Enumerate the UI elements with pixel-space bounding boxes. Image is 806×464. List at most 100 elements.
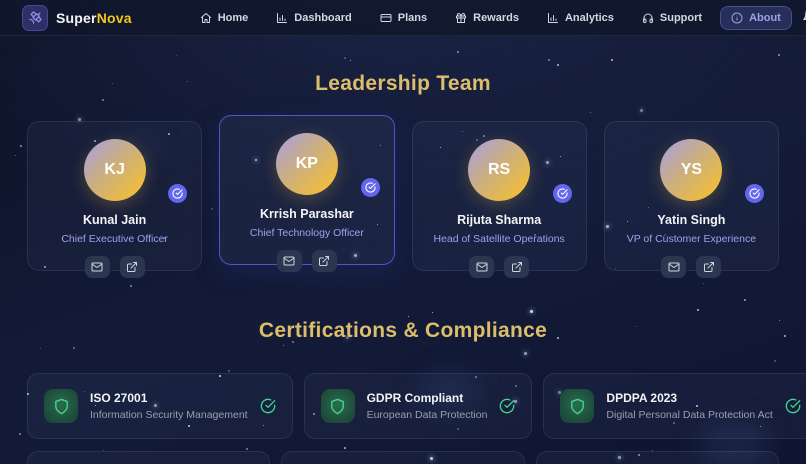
about-page: Leadership Team KJ Kunal Jain Chief Exec… bbox=[0, 72, 806, 464]
navbar-right: 2 123 bbox=[802, 6, 806, 30]
cert-subtitle: Digital Personal Data Protection Act bbox=[606, 409, 773, 421]
headphones-icon bbox=[642, 13, 653, 23]
notification-bell-button[interactable]: 2 bbox=[802, 8, 806, 27]
member-role: Chief Executive Officer bbox=[61, 233, 168, 245]
certifications-grid: ISO 27001 Information Security Managemen… bbox=[27, 373, 806, 439]
main-nav: Home Dashboard Plans Rewards Analytics S… bbox=[190, 5, 792, 30]
member-initials: YS bbox=[680, 161, 703, 178]
brand-name-secondary: Nova bbox=[96, 9, 132, 26]
cert-text: DPDPA 2023 Digital Personal Data Protect… bbox=[606, 391, 772, 421]
member-card-yatin-singh[interactable]: YS Yatin Singh VP of Customer Experience bbox=[603, 121, 779, 278]
mail-icon bbox=[283, 256, 295, 266]
brand-name-primary: Super bbox=[56, 9, 97, 26]
member-card-kunal-jain[interactable]: KJ Kunal Jain Chief Executive Officer bbox=[27, 121, 203, 278]
cert-subtitle: Information Security Management bbox=[90, 409, 248, 421]
member-card-krrish-parashar[interactable]: KP Krrish Parashar Chief Technology Offi… bbox=[219, 115, 395, 272]
nav-label: Plans bbox=[397, 11, 428, 24]
shield-icon bbox=[44, 389, 78, 423]
nav-label: Analytics bbox=[564, 11, 614, 24]
bar-chart-icon bbox=[277, 12, 288, 23]
member-role: Chief Technology Officer bbox=[249, 227, 364, 239]
cert-card-iso-27001[interactable]: ISO 27001 Information Security Managemen… bbox=[27, 373, 293, 439]
nav-label: About bbox=[749, 11, 781, 24]
member-avatar: KP bbox=[275, 133, 338, 195]
cert-subtitle: European Data Protection bbox=[366, 409, 488, 421]
member-actions bbox=[28, 256, 201, 278]
satellite-logo-icon bbox=[22, 4, 48, 31]
member-role: VP of Customer Experience bbox=[626, 233, 757, 245]
partial-card bbox=[281, 451, 525, 464]
brand[interactable]: SuperNova bbox=[22, 4, 132, 31]
cert-text: GDPR Compliant European Data Protection bbox=[367, 391, 488, 421]
email-button[interactable] bbox=[661, 256, 687, 278]
verified-badge-icon bbox=[360, 178, 380, 197]
bell-icon bbox=[803, 10, 806, 20]
cert-title: GDPR Compliant bbox=[366, 391, 464, 405]
member-initials: KP bbox=[295, 155, 318, 172]
verified-badge-icon bbox=[552, 184, 572, 203]
member-name: Yatin Singh bbox=[657, 213, 726, 227]
member-name: Kunal Jain bbox=[83, 213, 147, 227]
external-link-icon bbox=[511, 262, 522, 272]
profile-link-button[interactable] bbox=[504, 256, 530, 278]
external-link-icon bbox=[703, 262, 714, 272]
nav-label: Rewards bbox=[473, 11, 519, 24]
external-link-icon bbox=[319, 256, 330, 266]
verified-badge-icon bbox=[168, 184, 188, 203]
cert-text: ISO 27001 Information Security Managemen… bbox=[90, 391, 248, 421]
cert-title: DPDPA 2023 bbox=[606, 391, 678, 405]
info-icon bbox=[731, 12, 743, 23]
profile-link-button[interactable] bbox=[119, 256, 145, 278]
nav-item-rewards[interactable]: Rewards bbox=[445, 7, 529, 29]
verified-badge-icon bbox=[745, 184, 764, 203]
nav-item-analytics[interactable]: Analytics bbox=[537, 7, 624, 29]
member-role: Head of Satellite Operations bbox=[433, 233, 565, 245]
shield-icon bbox=[320, 389, 355, 423]
member-actions bbox=[220, 250, 393, 272]
member-avatar: KJ bbox=[83, 139, 146, 201]
certifications-section-title: Certifications & Compliance bbox=[258, 319, 548, 342]
nav-label: Support bbox=[659, 11, 703, 24]
next-row-partial bbox=[27, 451, 779, 464]
member-actions bbox=[413, 256, 586, 278]
nav-item-home[interactable]: Home bbox=[190, 7, 259, 29]
cert-title: ISO 27001 bbox=[90, 391, 148, 405]
nav-label: Home bbox=[217, 11, 249, 24]
navbar: SuperNova Home Dashboard Plans Rewards A… bbox=[0, 0, 806, 36]
leadership-grid: KJ Kunal Jain Chief Executive Officer KP… bbox=[27, 115, 779, 278]
member-avatar: YS bbox=[660, 139, 723, 201]
email-button[interactable] bbox=[276, 250, 302, 272]
cert-card-gdpr[interactable]: GDPR Compliant European Data Protection bbox=[303, 373, 533, 439]
partial-card bbox=[535, 451, 779, 464]
member-initials: RS bbox=[488, 161, 511, 178]
mail-icon bbox=[91, 262, 103, 272]
nav-item-about[interactable]: About bbox=[720, 5, 792, 30]
brand-name: SuperNova bbox=[56, 10, 132, 26]
profile-link-button[interactable] bbox=[696, 256, 722, 278]
check-circle-icon bbox=[499, 398, 515, 414]
bar-chart-icon bbox=[547, 12, 558, 23]
leadership-section-title: Leadership Team bbox=[315, 72, 491, 95]
profile-link-button[interactable] bbox=[311, 250, 337, 272]
nav-item-plans[interactable]: Plans bbox=[370, 7, 437, 29]
home-icon bbox=[200, 12, 211, 23]
shield-icon bbox=[560, 389, 595, 423]
email-button[interactable] bbox=[84, 256, 110, 278]
email-button[interactable] bbox=[469, 256, 495, 278]
partial-card bbox=[27, 451, 271, 464]
check-circle-icon bbox=[260, 398, 276, 414]
nav-item-support[interactable]: Support bbox=[632, 7, 712, 29]
mail-icon bbox=[668, 262, 680, 272]
member-actions bbox=[605, 256, 778, 278]
check-circle-icon bbox=[785, 398, 801, 414]
credit-card-icon bbox=[380, 13, 392, 22]
nav-item-dashboard[interactable]: Dashboard bbox=[266, 7, 361, 29]
member-initials: KJ bbox=[104, 161, 125, 178]
member-name: Rijuta Sharma bbox=[457, 213, 542, 227]
external-link-icon bbox=[127, 262, 138, 272]
nav-label: Dashboard bbox=[294, 11, 352, 24]
member-name: Krrish Parashar bbox=[259, 207, 354, 221]
cert-card-dpdpa[interactable]: DPDPA 2023 Digital Personal Data Protect… bbox=[543, 373, 806, 439]
gift-icon bbox=[456, 12, 467, 23]
member-card-rijuta-sharma[interactable]: RS Rijuta Sharma Head of Satellite Opera… bbox=[411, 121, 587, 278]
